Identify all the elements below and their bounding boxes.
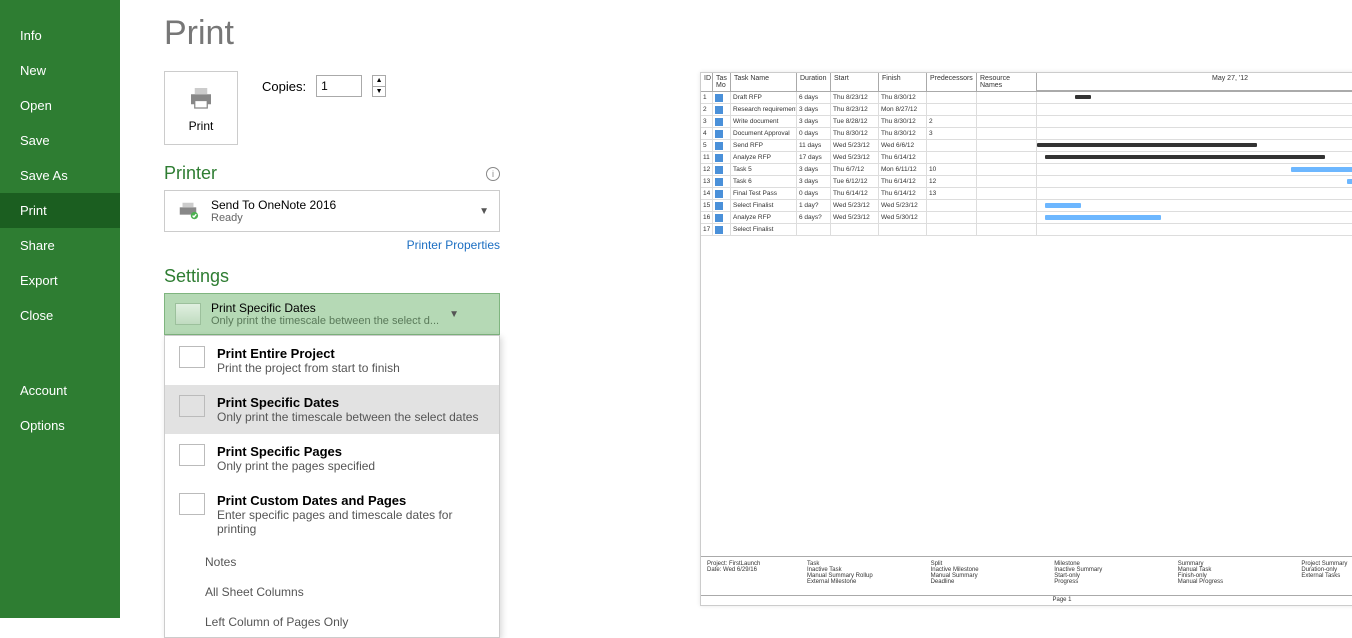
settings-heading: Settings [164,266,229,287]
copies-spinner[interactable]: ▲▼ [372,75,386,97]
table-row: 15Select Finalist1 day?Wed 5/23/12Wed 5/… [701,200,1352,212]
project-icon [179,346,205,368]
col-duration: Duration [797,73,831,91]
sidebar-item-export[interactable]: Export [0,263,120,298]
chevron-down-icon: ▼ [449,309,459,320]
sidebar-item-new[interactable]: New [0,53,120,88]
dd-all-sheet-columns[interactable]: All Sheet Columns [165,577,499,607]
table-row: 13Task 63 daysTue 6/12/12Thu 6/14/1212 [701,176,1352,188]
dd-title: Print Entire Project [217,346,400,361]
print-preview: ID Tas Mo Task Name Duration Start Finis… [700,72,1352,606]
printer-name: Send To OneNote 2016 [211,198,469,212]
spin-up-icon[interactable]: ▲ [373,76,385,87]
legend-item: Progress [1054,579,1170,585]
sidebar-item-close[interactable]: Close [0,298,120,333]
page-number: Page 1 [701,595,1352,603]
table-row: 11Analyze RFP17 daysWed 5/23/12Thu 6/14/… [701,152,1352,164]
sidebar-item-options[interactable]: Options [0,408,120,443]
table-row: 1Draft RFP6 daysThu 8/23/12Thu 8/30/12 [701,92,1352,104]
printer-properties-link[interactable]: Printer Properties [164,238,500,252]
timescale-icon [175,303,201,325]
table-row: 3Write document3 daysTue 8/28/12Thu 8/30… [701,116,1352,128]
print-button[interactable]: Print [164,71,238,145]
backstage-sidebar: Info New Open Save Save As Print Share E… [0,0,120,618]
main-panel: Print Print Copies: ▲▼ Printer i Send To… [120,0,1352,618]
sidebar-item-open[interactable]: Open [0,88,120,123]
timescale-label: May 27, '12 [1037,73,1352,91]
dd-sub: Enter specific pages and timescale dates… [217,508,485,536]
col-finish: Finish [879,73,927,91]
copies-label: Copies: [262,79,306,94]
col-predecessors: Predecessors [927,73,977,91]
sidebar-item-account[interactable]: Account [0,373,120,408]
sidebar-item-saveas[interactable]: Save As [0,158,120,193]
printer-ready-icon [175,200,201,222]
dd-notes[interactable]: Notes [165,547,499,577]
table-row: 4Document Approval0 daysThu 8/30/12Thu 8… [701,128,1352,140]
chevron-down-icon: ▼ [479,206,489,217]
table-row: 16Analyze RFP6 days?Wed 5/23/12Wed 5/30/… [701,212,1352,224]
settings-selected-sub: Only print the timescale between the sel… [211,315,439,327]
dd-sub: Only print the pages specified [217,459,375,473]
legend-item: Manual Progress [1178,579,1294,585]
dd-print-specific-dates[interactable]: Print Specific Dates Only print the time… [165,385,499,434]
sidebar-item-share[interactable]: Share [0,228,120,263]
table-row: 12Task 53 daysThu 6/7/12Mon 6/11/1210 [701,164,1352,176]
col-resources: Resource Names [977,73,1037,91]
col-start: Start [831,73,879,91]
print-button-label: Print [189,119,214,133]
printer-icon [184,83,218,113]
date-label: Date: Wed 6/29/16 [707,567,807,573]
copies-input[interactable] [316,75,362,97]
col-name: Task Name [731,73,797,91]
table-row: 2Research requirements3 daysThu 8/23/12M… [701,104,1352,116]
dd-title: Print Custom Dates and Pages [217,493,485,508]
table-row: 14Final Test Pass0 daysThu 6/14/12Thu 6/… [701,188,1352,200]
sidebar-item-save[interactable]: Save [0,123,120,158]
page-title: Print [164,14,1322,53]
calendar-icon [179,395,205,417]
custom-icon [179,493,205,515]
col-id: ID [701,73,713,91]
dd-left-column-pages[interactable]: Left Column of Pages Only [165,607,499,637]
sidebar-item-print[interactable]: Print [0,193,120,228]
dd-print-specific-pages[interactable]: Print Specific Pages Only print the page… [165,434,499,483]
dd-title: Print Specific Pages [217,444,375,459]
dd-title: Print Specific Dates [217,395,478,410]
dd-sub: Only print the timescale between the sel… [217,410,478,424]
spin-down-icon[interactable]: ▼ [373,87,385,97]
pv-legend: Project: FirstLaunch Date: Wed 6/29/16 T… [701,556,1352,589]
sidebar-item-info[interactable]: Info [0,18,120,53]
dd-sub: Print the project from start to finish [217,361,400,375]
legend-item: External Tasks [1301,573,1352,579]
table-row: 17Select Finalist [701,224,1352,236]
legend-item: Deadline [931,579,1047,585]
col-taskmode: Tas Mo [713,73,731,91]
legend-item: External Milestone [807,579,923,585]
printer-selector[interactable]: Send To OneNote 2016 Ready ▼ [164,190,500,232]
dd-print-entire-project[interactable]: Print Entire Project Print the project f… [165,336,499,385]
pv-columns: ID Tas Mo Task Name Duration Start Finis… [701,73,1352,92]
settings-dropdown: Print Entire Project Print the project f… [164,335,500,638]
settings-selector[interactable]: Print Specific Dates Only print the time… [164,293,500,335]
table-row: 5Send RFP11 daysWed 5/23/12Wed 6/6/12 [701,140,1352,152]
pages-icon [179,444,205,466]
printer-status: Ready [211,212,469,224]
settings-selected-title: Print Specific Dates [211,301,439,315]
info-icon[interactable]: i [486,167,500,181]
dd-print-custom-dates-pages[interactable]: Print Custom Dates and Pages Enter speci… [165,483,499,546]
printer-heading: Printer [164,163,217,184]
